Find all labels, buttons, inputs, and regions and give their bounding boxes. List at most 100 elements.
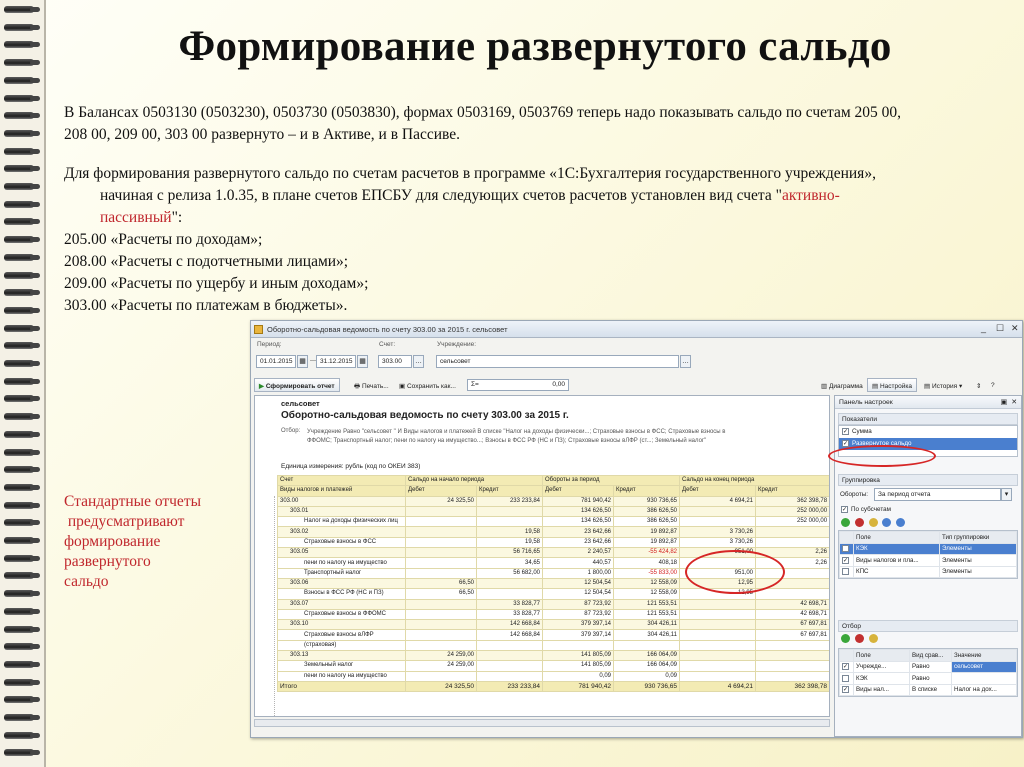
cell-value: 233 233,84: [476, 680, 543, 693]
cell-value: [542, 639, 614, 652]
delete-icon[interactable]: [854, 518, 864, 527]
panel-close-icon[interactable]: ✕: [1011, 398, 1017, 406]
edit-icon[interactable]: [868, 634, 878, 643]
move-up-icon[interactable]: [882, 518, 892, 527]
calendar-icon[interactable]: ▦: [357, 355, 368, 368]
spiral-ring: [4, 660, 40, 668]
turnover-table-body: 303.00 24 325,50 233 233,84 781 940,42 930 7…: [277, 495, 829, 693]
cell-value: [405, 670, 477, 682]
account-select-button[interactable]: …: [413, 355, 424, 368]
checkbox-icon[interactable]: [842, 545, 849, 553]
table-row[interactable]: 303.10 142 668,84 379 397,14 304 426,11 67 6…: [277, 619, 829, 631]
indicators-header: Показатели: [838, 413, 1018, 425]
sum-field[interactable]: Σ= 0,00: [467, 379, 569, 391]
grouping-row[interactable]: КЭК Элементы: [839, 542, 1017, 555]
filter-row[interactable]: КЭК Равно: [839, 672, 1017, 685]
filter-row[interactable]: ✓ Виды нал... В списке Налог на дох...: [839, 683, 1017, 696]
generate-report-button[interactable]: ▶ Сформировать отчет: [254, 378, 340, 392]
table-row[interactable]: 303.13 24 259,00 141 805,09 166 064,09: [277, 650, 829, 662]
table-row[interactable]: (страховая): [277, 639, 829, 652]
chart-icon: ▥: [821, 383, 829, 390]
table-row[interactable]: 303.02 19,58 23 642,66 19 892,87 3 730,26: [277, 526, 829, 538]
maximize-icon[interactable]: ☐: [996, 323, 1004, 334]
horizontal-scrollbar[interactable]: [254, 719, 830, 727]
save-as-button[interactable]: ▣ Сохранить как...: [394, 378, 461, 392]
move-icon[interactable]: ⇕: [971, 378, 986, 392]
row-label: 303.01: [277, 505, 406, 518]
spiral-ring: [4, 590, 40, 598]
turnover-select[interactable]: За период отчета: [874, 488, 1001, 501]
organization-field[interactable]: сельсовет: [436, 355, 679, 368]
spiral-ring: [4, 271, 40, 279]
print-button[interactable]: 🖶 Печать...: [349, 378, 394, 392]
history-button[interactable]: ▤ История ▾: [919, 378, 967, 392]
cell-value: [755, 536, 829, 549]
cell-value: [679, 629, 757, 641]
table-row[interactable]: 303.01 134 626,50 386 626,50 252 000,00: [277, 505, 829, 518]
table-row[interactable]: Страховые взносы в ФСС 19,58 23 642,66 19 8…: [277, 536, 829, 549]
table-row[interactable]: 303.07 33 828,77 87 723,92 121 553,51 42 698…: [277, 598, 829, 610]
settings-button[interactable]: ▤ Настройка: [867, 378, 917, 392]
settings-panel-header: Панель настроек ▣ ✕: [835, 396, 1021, 409]
checkbox-icon[interactable]: ✓: [842, 428, 849, 435]
spiral-ring: [4, 218, 40, 226]
move-down-icon[interactable]: [896, 518, 905, 527]
row-label: Страховые взносы вЛФР: [277, 629, 406, 641]
organization-select-button[interactable]: …: [680, 355, 691, 368]
panel-pin-icon[interactable]: ▣: [1001, 398, 1007, 406]
cell-value: [476, 670, 543, 682]
side-note-line: формирование: [64, 533, 161, 550]
date-to-field[interactable]: 31.12.2015: [316, 355, 356, 368]
calendar-icon[interactable]: ▦: [297, 355, 308, 368]
checkbox-icon[interactable]: ✓: [842, 440, 849, 447]
grouping-col-type: Тип группировки: [939, 531, 1017, 544]
checkbox-icon[interactable]: ✓: [841, 506, 848, 513]
edit-icon[interactable]: [868, 518, 878, 527]
table-row[interactable]: Страховые взносы вЛФР 142 668,84 379 397,1…: [277, 629, 829, 641]
total-row[interactable]: Итого 24 325,50 233 233,84 781 940,42 930 73…: [277, 680, 829, 693]
help-icon[interactable]: ?: [986, 378, 1000, 392]
grouping-table: Поле Тип группировки КЭК Элементы ✓ Виды на…: [839, 531, 1017, 578]
cell-value: 386 626,50: [612, 516, 681, 528]
spiral-ring: [4, 430, 40, 438]
checkbox-icon[interactable]: [842, 674, 849, 682]
checkbox-icon[interactable]: [842, 568, 849, 576]
date-from-field[interactable]: 01.01.2015: [256, 355, 296, 368]
cell-value: [679, 608, 757, 621]
table-row[interactable]: пени по налогу на имущество 0,09 0,09: [277, 670, 829, 682]
minimize-icon[interactable]: _: [981, 323, 986, 333]
cell-value: [405, 505, 477, 518]
cell-value: [476, 588, 543, 600]
printer-icon: 🖶: [354, 383, 362, 390]
chevron-down-icon[interactable]: ▾: [1001, 488, 1012, 501]
cell-value: 23 642,66: [542, 526, 614, 538]
cell-value: [679, 650, 757, 662]
indicator-sum[interactable]: ✓ Сумма: [839, 426, 1017, 438]
cell-value: [755, 650, 829, 662]
checkbox-icon[interactable]: ✓: [842, 556, 849, 564]
checkbox-icon[interactable]: ✓: [842, 663, 849, 671]
filter-row[interactable]: ✓ Учрежде... Равно сельсовет: [839, 660, 1017, 673]
grouping-row[interactable]: КПС Элементы: [839, 565, 1017, 578]
cell-value: [755, 526, 829, 538]
cell-value: 440,57: [542, 557, 614, 569]
add-icon[interactable]: [841, 634, 850, 643]
table-row[interactable]: Налог на доходы физических лиц 134 626,50…: [277, 516, 829, 528]
spiral-ring: [4, 607, 40, 615]
table-row[interactable]: Страховые взносы в ФФОМС 33 828,77 87 723,…: [277, 608, 829, 621]
cell-value: 781 940,42: [542, 495, 614, 507]
window-title: Оборотно-сальдовая ведомость по счету 30…: [267, 325, 508, 334]
checkbox-icon[interactable]: ✓: [842, 686, 849, 694]
close-icon[interactable]: ✕: [1011, 323, 1019, 334]
delete-icon[interactable]: [854, 634, 864, 643]
row-label: 303.00: [277, 495, 406, 507]
grouping-row[interactable]: ✓ Виды налогов и пла... Элементы: [839, 554, 1017, 567]
by-subaccounts-option[interactable]: ✓ По субсчетам: [838, 504, 1018, 516]
add-icon[interactable]: [841, 518, 850, 527]
cell-value: 42 698,71: [755, 608, 829, 621]
chart-button[interactable]: ▥ Диаграмма: [816, 378, 868, 392]
table-row[interactable]: 303.00 24 325,50 233 233,84 781 940,42 930 7…: [277, 495, 829, 507]
table-row[interactable]: Земельный налог 24 259,00 141 805,09 166 06…: [277, 660, 829, 672]
account-field[interactable]: 303.00: [378, 355, 412, 368]
cell-value: [405, 536, 477, 549]
